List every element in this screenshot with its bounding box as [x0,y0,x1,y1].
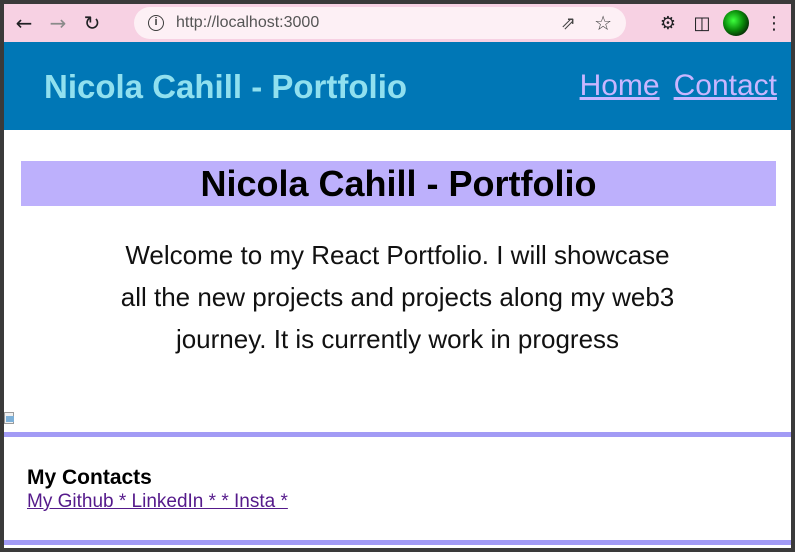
kebab-menu-icon[interactable]: ⋮ [757,13,791,34]
intro-line: Welcome to my React Portfolio. I will sh… [125,240,670,270]
intro-text: Welcome to my React Portfolio. I will sh… [84,234,711,360]
back-icon[interactable]: ← [10,9,38,37]
forward-icon[interactable]: → [44,9,72,37]
side-panel-icon[interactable]: ◫ [685,13,719,34]
share-icon[interactable]: ⇗ [561,13,576,34]
intro-line: journey. It is currently work in progres… [175,324,620,354]
broken-image-icon [4,410,18,428]
star-icon[interactable]: ☆ [594,11,612,35]
toolbar-actions: ⚙ ◫ ⋮ [651,4,791,42]
address-bar[interactable]: i http://localhost:3000 ⇗ ☆ [134,7,626,39]
page-viewport: Nicola Cahill - Portfolio Home Contact N… [4,42,791,548]
contact-links[interactable]: My Github * LinkedIn * * Insta * [27,491,288,513]
info-icon[interactable]: i [148,15,164,31]
page-title: Nicola Cahill - Portfolio [21,161,776,206]
avatar[interactable] [723,10,749,36]
footer: My Contacts My Github * LinkedIn * * Ins… [27,466,288,513]
site-nav: Home Contact [580,69,777,103]
nav-link-contact[interactable]: Contact [674,69,777,103]
site-header: Nicola Cahill - Portfolio Home Contact [4,42,791,130]
reload-icon[interactable]: ↻ [78,9,106,37]
footer-title: My Contacts [27,466,152,489]
divider-top [4,432,791,437]
divider-bottom [4,540,791,545]
nav-link-home[interactable]: Home [580,69,660,103]
site-title: Nicola Cahill - Portfolio [44,68,408,105]
browser-toolbar: ← → ↻ i http://localhost:3000 ⇗ ☆ ⚙ ◫ ⋮ [4,4,791,42]
url-text[interactable]: http://localhost:3000 [176,14,319,32]
intro-line: all the new projects and projects along … [120,282,675,312]
puzzle-icon[interactable]: ⚙ [651,13,685,34]
